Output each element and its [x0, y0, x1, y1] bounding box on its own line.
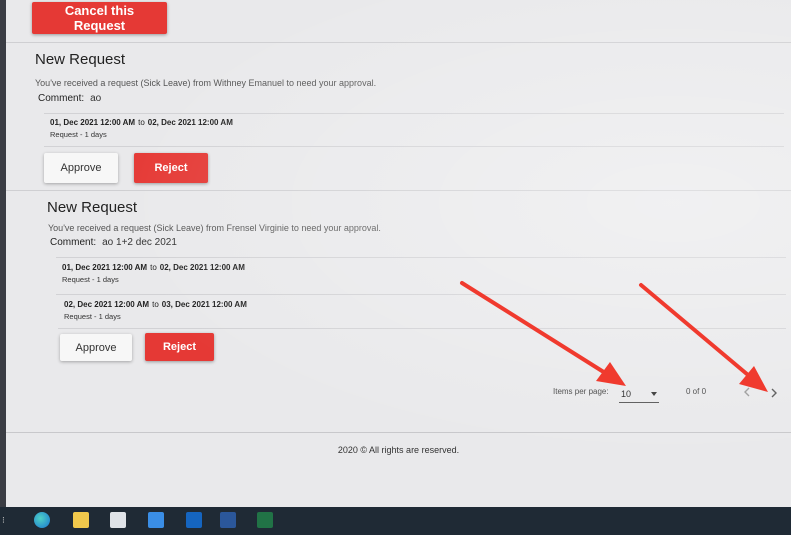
annotation-arrow — [460, 281, 626, 386]
outlook-icon[interactable] — [186, 512, 202, 528]
edge-icon[interactable] — [34, 512, 50, 528]
excel-icon[interactable] — [257, 512, 273, 528]
file-explorer-icon[interactable] — [73, 512, 89, 528]
start-edge: ⁝ — [2, 515, 5, 525]
annotation-arrow — [639, 283, 768, 392]
mail-icon[interactable] — [148, 512, 164, 528]
annotation-arrows — [460, 281, 768, 392]
calendar-icon[interactable] — [110, 512, 126, 528]
word-icon[interactable] — [220, 512, 236, 528]
